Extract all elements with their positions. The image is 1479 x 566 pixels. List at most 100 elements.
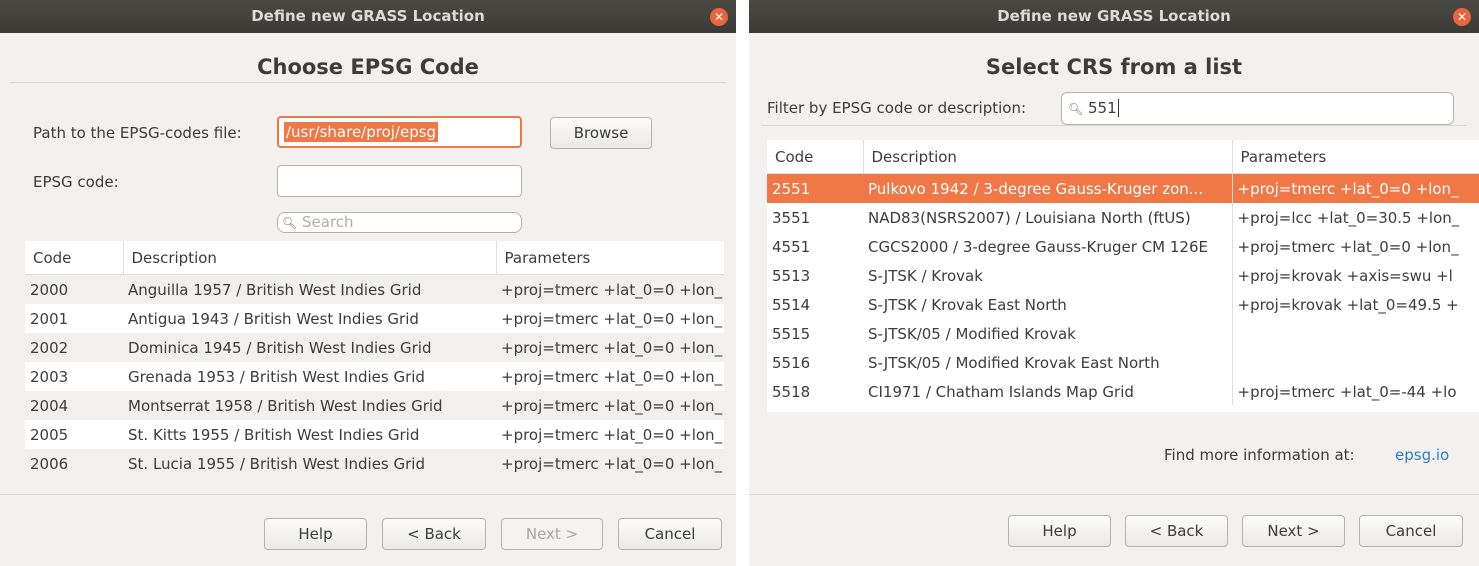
next-button[interactable]: Next >: [501, 518, 603, 550]
cell-code: 2002: [25, 333, 123, 362]
window-title: Define new GRASS Location: [997, 7, 1231, 25]
cell-code: 2005: [30, 425, 69, 444]
table-row[interactable]: 4551 CGCS2000 / 3-degree Gauss-Kruger CM …: [767, 232, 1479, 261]
crs-table: Code Description Parameters 2551 Pulkovo …: [767, 140, 1479, 406]
cell-parameters: [1232, 348, 1479, 377]
cell-description: St. Kitts 1955 / British West Indies Gri…: [128, 425, 420, 444]
cell-code: 4551: [772, 237, 811, 256]
filter-label: Filter by EPSG code or description:: [767, 99, 1027, 117]
path-value: /usr/share/proj/epsg: [284, 122, 439, 142]
filter-input[interactable]: 🔍︎ 551: [1061, 92, 1454, 125]
table-header: Code Description Parameters: [767, 140, 1479, 174]
help-button[interactable]: Help: [264, 518, 367, 550]
epsg-table: Code Description Parameters 2000 Anguilla…: [25, 241, 724, 478]
cell-code: 2003: [30, 367, 69, 386]
column-header-code[interactable]: Code: [25, 241, 124, 275]
cell-description: Grenada 1953 / British West Indies Grid: [128, 367, 425, 386]
search-icon: 🔍︎: [282, 216, 298, 230]
cell-code: 5514: [772, 295, 811, 314]
page-title: Select CRS from a list: [985, 55, 1243, 79]
cell-parameters: +proj=tmerc +lat_0=0 +lon_: [496, 391, 724, 420]
cell-description: NAD83(NSRS2007) / Louisiana North (ftUS): [863, 203, 1233, 232]
cell-description: CI1971 / Chatham Islands Map Grid: [863, 377, 1233, 406]
window-title: Define new GRASS Location: [251, 7, 485, 25]
column-header-code[interactable]: Code: [767, 140, 864, 174]
divider: [10, 82, 726, 83]
table-row[interactable]: 5513 S-JTSK / Krovak +proj=krovak +axis=sw…: [767, 261, 1479, 290]
cell-parameters: [1232, 319, 1479, 348]
next-button[interactable]: Next >: [1242, 515, 1345, 547]
cell-parameters: +proj=tmerc +lat_0=0 +lon_: [496, 449, 724, 478]
table-row[interactable]: 2005 St. Kitts 1955 / British West Indies…: [25, 420, 724, 449]
cell-description: Montserrat 1958 / British West Indies Gr…: [123, 391, 496, 420]
title-bar: Define new GRASS Location ✕: [0, 0, 736, 33]
search-placeholder: Search: [302, 213, 354, 231]
cell-description: S-JTSK / Krovak: [863, 261, 1233, 290]
table-row[interactable]: 2003 Grenada 1953 / British West Indies G…: [25, 362, 724, 391]
cell-code: 5513: [772, 266, 811, 285]
cell-description: Pulkovo 1942 / 3-degree Gauss-Kruger zon…: [863, 173, 1233, 203]
divider: [0, 494, 736, 495]
epsg-code-input[interactable]: [277, 165, 522, 197]
title-bar: Define new GRASS Location ✕: [749, 0, 1479, 33]
cell-parameters: +proj=lcc +lat_0=30.5 +lon_: [1237, 208, 1460, 227]
filter-value: 551: [1088, 99, 1117, 117]
page-title: Choose EPSG Code: [257, 55, 479, 79]
cell-description: Anguilla 1957 / British West Indies Grid: [123, 274, 496, 304]
close-icon[interactable]: ✕: [1453, 8, 1471, 26]
search-input[interactable]: 🔍︎ Search: [277, 212, 522, 233]
column-header-description[interactable]: Description: [863, 140, 1233, 174]
choose-epsg-dialog: Define new GRASS Location ✕ Choose EPSG …: [0, 0, 736, 566]
cell-description: CGCS2000 / 3-degree Gauss-Kruger CM 126E: [863, 232, 1233, 261]
close-icon[interactable]: ✕: [710, 8, 728, 26]
column-header-parameters[interactable]: Parameters: [1232, 140, 1479, 174]
cell-code: 5518: [772, 382, 811, 401]
back-button[interactable]: < Back: [1125, 515, 1228, 547]
cell-code: 2001: [30, 309, 69, 328]
cell-code: 2006: [25, 449, 123, 478]
table-row[interactable]: 2006 St. Lucia 1955 / British West Indies…: [25, 449, 724, 478]
table-row[interactable]: 5514 S-JTSK / Krovak East North +proj=krov…: [767, 290, 1479, 319]
table-row[interactable]: 3551 NAD83(NSRS2007) / Louisiana North (f…: [767, 203, 1479, 232]
cell-description: Antigua 1943 / British West Indies Grid: [128, 309, 419, 328]
table-row[interactable]: 2002 Dominica 1945 / British West Indies …: [25, 333, 724, 362]
help-button[interactable]: Help: [1008, 515, 1111, 547]
table-row[interactable]: 2000 Anguilla 1957 / British West Indies …: [25, 274, 724, 304]
search-icon: 🔍︎: [1068, 102, 1084, 116]
column-header-description[interactable]: Description: [123, 241, 497, 275]
cell-description: St. Lucia 1955 / British West Indies Gri…: [123, 449, 496, 478]
cell-description: S-JTSK/05 / Modified Krovak: [863, 319, 1233, 348]
cell-code: 2004: [25, 391, 123, 420]
table-header: Code Description Parameters: [25, 241, 724, 275]
cell-code: 2000: [25, 274, 123, 304]
cell-description: S-JTSK / Krovak East North: [863, 290, 1233, 319]
table-row-selected[interactable]: 2551 Pulkovo 1942 / 3-degree Gauss-Kruger…: [767, 173, 1479, 203]
browse-button[interactable]: Browse: [550, 117, 652, 149]
cell-parameters: +proj=tmerc +lat_0=0 +lon_: [501, 425, 723, 444]
table-row[interactable]: 5515 S-JTSK/05 / Modified Krovak: [767, 319, 1479, 348]
table-row[interactable]: 5516 S-JTSK/05 / Modified Krovak East Nor…: [767, 348, 1479, 377]
cell-description: S-JTSK/05 / Modified Krovak East North: [863, 348, 1233, 377]
cell-parameters: +proj=tmerc +lat_0=0 +lon_: [1237, 237, 1459, 256]
table-row[interactable]: 5518 CI1971 / Chatham Islands Map Grid +pr…: [767, 377, 1479, 406]
cell-parameters: +proj=tmerc +lat_0=0 +lon_: [1232, 173, 1479, 203]
table-bottom-edge: [767, 405, 1479, 412]
cell-parameters: +proj=tmerc +lat_0=0 +lon_: [496, 333, 724, 362]
table-row[interactable]: 2001 Antigua 1943 / British West Indies G…: [25, 304, 724, 333]
cell-parameters: +proj=tmerc +lat_0=0 +lon_: [501, 367, 723, 386]
cancel-button[interactable]: Cancel: [618, 518, 722, 550]
epsg-code-label: EPSG code:: [33, 173, 119, 191]
back-button[interactable]: < Back: [382, 518, 486, 550]
cell-parameters: +proj=tmerc +lat_0=0 +lon_: [501, 309, 723, 328]
cell-parameters: +proj=krovak +lat_0=49.5 +: [1237, 295, 1459, 314]
cancel-button[interactable]: Cancel: [1359, 515, 1463, 547]
table-row[interactable]: 2004 Montserrat 1958 / British West Indie…: [25, 391, 724, 420]
cell-parameters: +proj=tmerc +lat_0=0 +lon_: [496, 274, 724, 304]
divider: [761, 125, 1467, 126]
epsg-io-link[interactable]: epsg.io: [1395, 446, 1449, 464]
cell-code: 3551: [772, 208, 811, 227]
column-header-parameters[interactable]: Parameters: [496, 241, 724, 275]
cell-code: 5515: [772, 324, 811, 343]
path-input[interactable]: /usr/share/proj/epsg: [277, 116, 522, 148]
cell-parameters: +proj=krovak +axis=swu +l: [1237, 266, 1453, 285]
